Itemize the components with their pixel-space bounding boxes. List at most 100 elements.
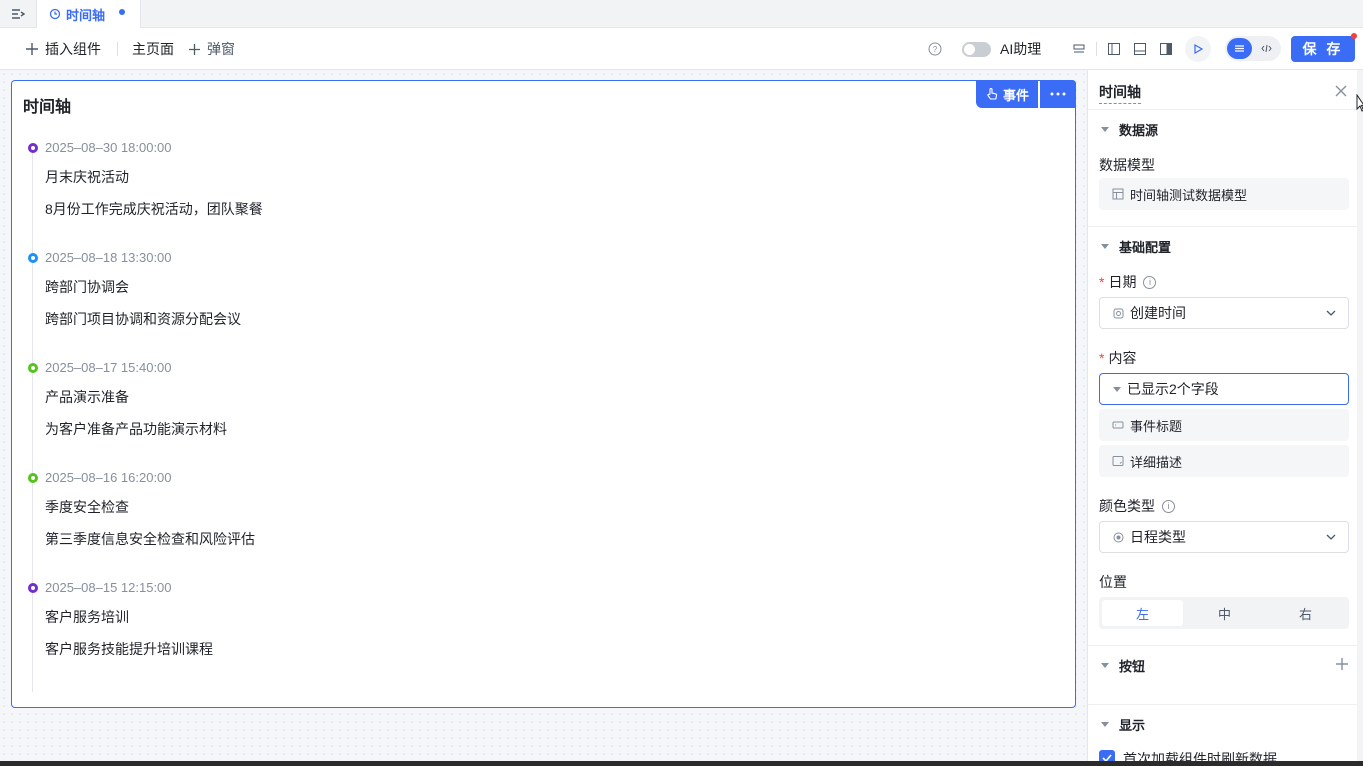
timeline-time: 2025–08–30 18:00:00 [45,140,172,155]
code-mode-icon[interactable] [1254,38,1279,59]
help-icon[interactable]: ? [926,40,944,58]
toolbar: 插入组件 主页面 弹窗 ? AI助理 保 存 [0,28,1363,70]
save-button[interactable]: 保 存 [1291,36,1355,62]
main-page-label: 主页面 [132,41,174,57]
position-option-left[interactable]: 左 [1102,600,1183,626]
data-model-value: 时间轴测试数据模型 [1130,187,1248,203]
more-dots-icon [1050,92,1066,96]
timeline-event-title: 季度安全检查 [45,499,129,515]
insert-component-button[interactable]: 插入组件 [25,28,101,70]
section-display-label: 显示 [1119,718,1146,733]
content-label: * 内容 [1099,348,1136,368]
divider [1088,704,1357,705]
close-icon[interactable] [1333,83,1349,99]
data-model-field[interactable]: 时间轴测试数据模型 [1099,178,1349,210]
insert-component-label: 插入组件 [45,41,101,57]
more-options-button[interactable] [1040,80,1076,108]
layout-icon[interactable] [1070,40,1088,58]
tab-bar [0,0,1363,28]
content-label-text: 内容 [1108,350,1137,366]
settings-mode-icon[interactable] [1227,38,1252,59]
color-type-value: 日程类型 [1130,529,1186,545]
required-mark: * [1099,350,1105,366]
position-label-text: 位置 [1099,574,1127,590]
info-icon[interactable]: i [1143,275,1157,289]
toolbar-divider [1096,42,1097,56]
popup-label: 弹窗 [207,41,235,57]
textarea-field-icon [1112,455,1124,467]
caret-down-icon [1101,722,1109,727]
timeline-card[interactable] [11,80,1076,708]
timeline-dot [28,363,38,373]
timeline-event-description: 为客户准备产品功能演示材料 [45,421,227,437]
section-display[interactable]: 显示 [1101,715,1145,734]
timeline-dot [28,143,38,153]
content-select[interactable]: 已显示2个字段 [1099,373,1349,405]
divider [1088,226,1357,227]
timeline-event-title: 产品演示准备 [45,389,129,405]
info-icon[interactable]: i [1162,499,1175,513]
section-basic-config-label: 基础配置 [1119,240,1172,255]
content-field-item[interactable]: 事件标题 [1099,409,1349,441]
section-datasource-label: 数据源 [1119,123,1159,138]
caret-down-icon [1101,127,1109,132]
save-badge-dot [1351,33,1357,39]
date-select[interactable]: 创建时间 [1099,297,1349,329]
bottom-panel-icon[interactable] [1131,40,1149,58]
main-page-button[interactable]: 主页面 [132,28,174,70]
plus-icon [25,42,39,56]
divider [1088,645,1357,646]
preview-play-button[interactable] [1185,36,1211,62]
table-icon [1112,188,1124,200]
tab-label: 时间轴 [66,7,106,23]
color-type-select[interactable]: 日程类型 [1099,521,1349,553]
toolbar-divider [117,42,118,56]
position-label: 位置 [1099,572,1127,592]
editor-mode-switch [1225,36,1281,61]
caret-down-icon [1113,386,1121,392]
caret-down-icon [1101,663,1109,668]
timeline-time: 2025–08–16 16:20:00 [45,470,172,485]
panel-scrollbar[interactable] [1357,70,1363,766]
mouse-cursor-icon [1356,94,1363,112]
position-option-center[interactable]: 中 [1184,600,1265,626]
position-option-right[interactable]: 右 [1265,600,1346,626]
caret-down-icon [1101,244,1109,249]
color-type-label-text: 颜色类型 [1099,498,1155,514]
collapse-sidebar-icon[interactable] [9,5,27,23]
timeline-dot [28,583,38,593]
component-icon [49,8,61,20]
section-datasource[interactable]: 数据源 [1101,120,1158,139]
chevron-down-icon [1325,531,1337,543]
chevron-down-icon [1325,307,1337,319]
bottom-edge-bar [0,761,1363,766]
ai-assistant-toggle[interactable] [962,42,991,57]
data-model-label-text: 数据模型 [1099,157,1155,173]
timeline-event-description: 客户服务技能提升培训课程 [45,641,213,657]
panel-title: 时间轴 [1099,82,1141,104]
event-button[interactable]: 事件 [976,80,1038,108]
timeline-time: 2025–08–17 15:40:00 [45,360,172,375]
tab-timeline[interactable]: 时间轴 [36,0,141,28]
popup-button[interactable]: 弹窗 [188,28,235,70]
timeline-event-title: 跨部门协调会 [45,279,129,295]
section-basic-config[interactable]: 基础配置 [1101,237,1171,256]
field-type-icon [1113,308,1124,319]
timeline-time: 2025–08–18 13:30:00 [45,250,172,265]
timeline-time: 2025–08–15 12:15:00 [45,580,172,595]
radio-field-icon [1113,532,1124,543]
content-field-label: 详细描述 [1130,454,1183,470]
event-button-label: 事件 [1002,87,1029,103]
divider [1088,109,1357,110]
left-panel-icon[interactable] [1105,40,1123,58]
ai-assistant-label: AI助理 [1000,41,1042,57]
section-buttons[interactable]: 按钮 [1101,656,1145,675]
add-button-icon[interactable] [1335,657,1349,671]
svg-text:?: ? [933,45,938,54]
position-segmented-control: 左 中 右 [1099,597,1349,629]
right-panel-icon[interactable] [1157,40,1175,58]
content-field-item[interactable]: 详细描述 [1099,445,1349,477]
timeline-event-description: 跨部门项目协调和资源分配会议 [45,311,241,327]
content-select-value: 已显示2个字段 [1127,381,1219,397]
pointer-hand-icon [985,87,999,101]
